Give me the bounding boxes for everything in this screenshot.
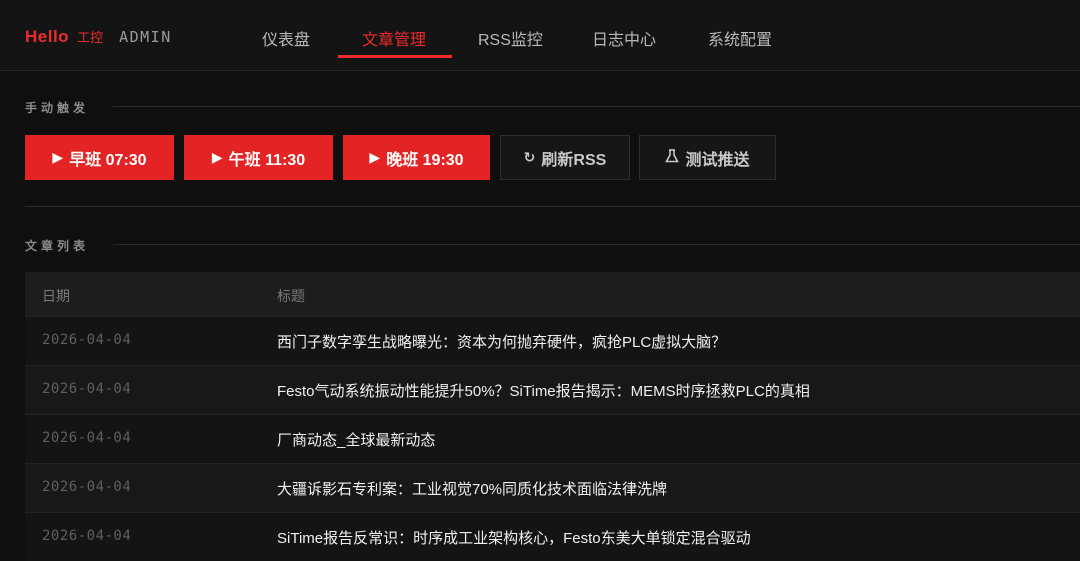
row-date: 2026-04-04 <box>42 479 132 495</box>
table-row[interactable]: 2026-04-04 大疆诉影石专利案：工业视觉70%同质化技术面临法律洗牌 <box>25 463 1080 512</box>
trigger-evening-label: 晚班 19:30 <box>386 151 464 169</box>
row-date: 2026-04-04 <box>42 332 132 348</box>
test-push-button[interactable]: 测试推送 <box>639 135 776 180</box>
nav-articles[interactable]: 文章管理 <box>362 26 426 50</box>
row-title[interactable]: 厂商动态_全球最新动态 <box>277 429 435 450</box>
flask-icon <box>665 149 680 166</box>
manual-trigger-heading: 手动触发 <box>25 101 90 115</box>
article-table: 日期 标题 2026-04-04 西门子数字孪生战略曝光：资本为何抛弃硬件，疯抢… <box>25 272 1080 561</box>
article-list-rule <box>113 244 1080 245</box>
row-title[interactable]: 西门子数字孪生战略曝光：资本为何抛弃硬件，疯抢PLC虚拟大脑？ <box>277 331 726 352</box>
trigger-noon-button[interactable]: ▶ 午班 11:30 <box>184 135 333 180</box>
table-row[interactable]: 2026-04-04 厂商动态_全球最新动态 <box>25 414 1080 463</box>
column-header-date[interactable]: 日期 <box>42 286 70 306</box>
trigger-morning-button[interactable]: ▶ 早班 07:30 <box>25 135 174 180</box>
refresh-rss-label: 刷新RSS <box>541 151 607 169</box>
table-header: 日期 标题 <box>25 272 1080 316</box>
nav-rss-monitor[interactable]: RSS监控 <box>478 26 543 50</box>
refresh-icon: ↻ <box>523 149 536 165</box>
manual-trigger-rule <box>113 106 1080 107</box>
nav-system-config[interactable]: 系统配置 <box>708 26 772 50</box>
trigger-morning-label: 早班 07:30 <box>69 151 147 169</box>
top-navbar: Hello 工控 ADMIN 仪表盘 文章管理 RSS监控 日志中心 系统配置 <box>0 0 1080 71</box>
brand-sub: 工控 <box>77 30 104 45</box>
table-row[interactable]: 2026-04-04 Festo气动系统振动性能提升50%？SiTime报告揭示… <box>25 365 1080 414</box>
nav-dashboard[interactable]: 仪表盘 <box>262 26 310 50</box>
nav-active-indicator <box>338 55 452 58</box>
table-row[interactable]: 2026-04-04 SiTime报告反常识：时序成工业架构核心，Festo东美… <box>25 512 1080 561</box>
trigger-noon-label: 午班 11:30 <box>228 151 306 169</box>
article-list-heading: 文章列表 <box>25 239 90 253</box>
trigger-evening-button[interactable]: ▶ 晚班 19:30 <box>343 135 490 180</box>
table-row[interactable]: 2026-04-04 西门子数字孪生战略曝光：资本为何抛弃硬件，疯抢PLC虚拟大… <box>25 316 1080 365</box>
row-title[interactable]: 大疆诉影石专利案：工业视觉70%同质化技术面临法律洗牌 <box>277 478 667 499</box>
test-push-label: 测试推送 <box>685 151 750 169</box>
column-header-title[interactable]: 标题 <box>277 286 305 306</box>
flask-icon-svg <box>665 149 680 163</box>
brand-admin: ADMIN <box>119 28 172 46</box>
play-icon: ▶ <box>369 149 381 165</box>
section-divider <box>25 206 1080 207</box>
brand-logo[interactable]: Hello 工控 ADMIN <box>25 27 172 47</box>
row-title[interactable]: Festo气动系统振动性能提升50%？SiTime报告揭示：MEMS时序拯救PL… <box>277 380 810 401</box>
row-date: 2026-04-04 <box>42 381 132 397</box>
play-icon: ▶ <box>52 149 64 165</box>
play-icon: ▶ <box>211 149 223 165</box>
row-date: 2026-04-04 <box>42 430 132 446</box>
brand-hello: Hello <box>25 27 70 46</box>
row-date: 2026-04-04 <box>42 528 132 544</box>
refresh-rss-button[interactable]: ↻ 刷新RSS <box>500 135 630 180</box>
nav-log-center[interactable]: 日志中心 <box>592 26 656 50</box>
